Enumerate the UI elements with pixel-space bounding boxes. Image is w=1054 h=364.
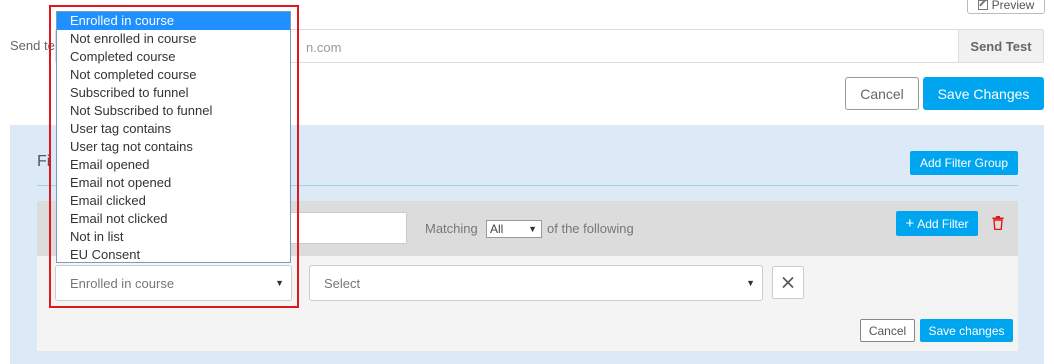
matching-select-value: All [490,222,504,236]
group-name-input[interactable] [287,212,407,244]
preview-label: Preview [991,0,1035,12]
preview-button[interactable]: Preview [967,0,1045,14]
save-changes-button[interactable]: Save Changes [923,77,1044,110]
caret-down-icon: ▼ [746,278,755,288]
filter-value-placeholder: Select [324,276,361,291]
add-filter-button[interactable]: + Add Filter [896,211,978,236]
highlight-annotation [49,5,299,308]
following-label: of the following [547,221,634,236]
plus-icon: + [905,214,915,232]
matching-label: Matching [425,221,478,236]
matching-select[interactable]: All ▼ [486,220,542,238]
send-test-button[interactable]: Send Test [958,29,1044,63]
trash-icon[interactable] [992,216,1004,230]
add-filter-group-button[interactable]: Add Filter Group [910,151,1018,175]
caret-down-icon: ▼ [528,224,537,234]
filter-save-changes-button[interactable]: Save changes [920,319,1013,342]
cancel-button[interactable]: Cancel [845,77,919,110]
remove-filter-button[interactable] [772,266,804,299]
edit-icon [977,0,988,10]
add-filter-label: Add Filter [917,216,969,231]
filter-cancel-button[interactable]: Cancel [860,319,915,342]
filter-value-select[interactable]: Select ▼ [309,265,763,301]
send-test-email-value: n.com [306,40,342,55]
close-icon [782,276,794,289]
